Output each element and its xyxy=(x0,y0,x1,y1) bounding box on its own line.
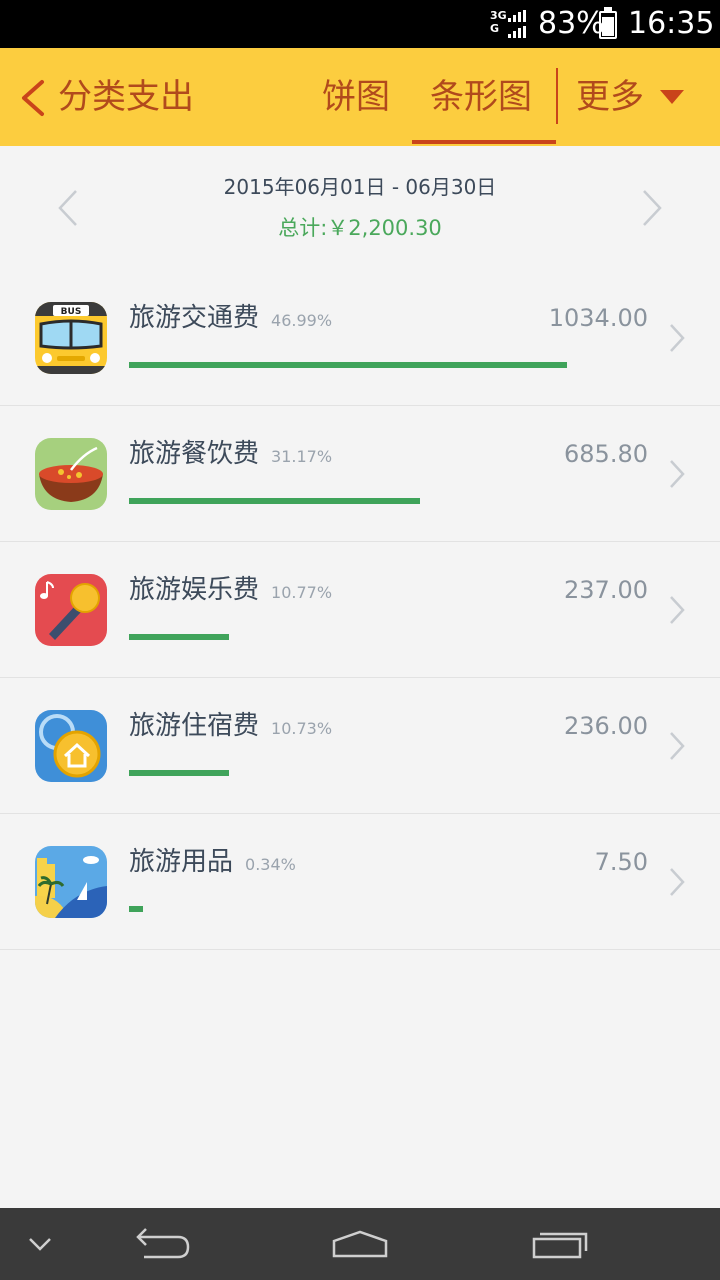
network-indicator: 3G G xyxy=(490,9,507,35)
share-bar-fill xyxy=(129,498,420,504)
chevron-right-icon[interactable] xyxy=(668,322,686,354)
tab-bar-chart[interactable]: 条形图 xyxy=(430,74,532,120)
list-item[interactable]: 旅游餐饮费 31.17% 685.80 xyxy=(0,406,720,542)
share-bar xyxy=(129,362,569,368)
chevron-down-icon xyxy=(29,1238,51,1251)
date-range: 2015年06月01日 - 06月30日 xyxy=(223,175,497,199)
share-bar-fill xyxy=(129,362,567,368)
category-amount: 1034.00 xyxy=(548,304,648,332)
chevron-right-icon[interactable] xyxy=(668,594,686,626)
share-bar-fill xyxy=(129,634,229,640)
active-tab-indicator xyxy=(412,140,556,144)
divider xyxy=(556,68,558,124)
next-period-icon[interactable] xyxy=(640,188,664,228)
share-bar xyxy=(129,770,569,776)
category-amount: 7.50 xyxy=(594,848,648,876)
share-bar xyxy=(129,906,569,912)
share-bar xyxy=(129,634,569,640)
list-item[interactable]: 旅游用品 0.34% 7.50 xyxy=(0,814,720,950)
category-name-wrap: 旅游用品 0.34% xyxy=(129,844,296,883)
network-type-top: 3G xyxy=(490,9,507,22)
category-name-wrap: 旅游交通费 46.99% xyxy=(129,300,332,339)
category-name-wrap: 旅游娱乐费 10.77% xyxy=(129,572,332,611)
category-amount: 237.00 xyxy=(564,576,648,604)
category-name: 旅游餐饮费 xyxy=(129,439,260,469)
hide-nav-button[interactable] xyxy=(20,1208,60,1280)
app-bar: 分类支出 饼图 条形图 更多 xyxy=(0,48,720,146)
list-item[interactable]: 旅游娱乐费 10.77% 237.00 xyxy=(0,542,720,678)
category-amount: 685.80 xyxy=(564,440,648,468)
category-list: BUS 旅游交通费 46.99% 1034.00 旅游餐饮费 31.17% 68… xyxy=(0,270,720,950)
home-button[interactable] xyxy=(324,1208,396,1280)
battery-icon xyxy=(599,7,617,39)
chevron-right-icon[interactable] xyxy=(668,866,686,898)
category-amount: 236.00 xyxy=(564,712,648,740)
category-percent: 0.34% xyxy=(245,855,296,874)
signal-icon xyxy=(508,10,526,38)
share-bar-fill xyxy=(129,770,229,776)
category-name: 旅游交通费 xyxy=(129,303,260,333)
microphone-icon xyxy=(35,574,107,646)
category-name-wrap: 旅游餐饮费 31.17% xyxy=(129,436,332,475)
page-title[interactable]: 分类支出 xyxy=(58,74,194,120)
recent-apps-icon xyxy=(532,1232,588,1259)
back-arrow-icon[interactable] xyxy=(18,78,46,118)
tab-pie-chart[interactable]: 饼图 xyxy=(322,74,390,120)
list-item[interactable]: BUS 旅游交通费 46.99% 1034.00 xyxy=(0,270,720,406)
category-percent: 10.73% xyxy=(271,719,333,738)
share-bar-fill xyxy=(129,906,143,912)
chevron-right-icon[interactable] xyxy=(668,458,686,490)
chevron-right-icon[interactable] xyxy=(668,730,686,762)
clock: 16:35 xyxy=(628,6,715,41)
recent-apps-button[interactable] xyxy=(524,1208,596,1280)
more-menu-button[interactable]: 更多 xyxy=(576,74,644,120)
share-bar xyxy=(129,498,569,504)
house-coin-icon xyxy=(35,710,107,782)
svg-text:BUS: BUS xyxy=(61,307,82,317)
period-summary: 2015年06月01日 - 06月30日 总计:￥2,200.30 xyxy=(0,146,720,266)
category-name-wrap: 旅游住宿费 10.73% xyxy=(129,708,332,747)
category-percent: 46.99% xyxy=(271,311,333,330)
category-name: 旅游用品 xyxy=(129,847,234,877)
category-name: 旅游娱乐费 xyxy=(129,575,260,605)
total-amount: 总计:￥2,200.30 xyxy=(278,216,442,240)
list-item[interactable]: 旅游住宿费 10.73% 236.00 xyxy=(0,678,720,814)
dropdown-arrow-icon[interactable] xyxy=(660,90,684,104)
status-bar: 3G G 83% 16:35 xyxy=(0,0,720,48)
category-percent: 10.77% xyxy=(271,583,333,602)
food-bowl-icon xyxy=(35,438,107,510)
bus-icon: BUS xyxy=(35,302,107,374)
beach-icon xyxy=(35,846,107,918)
network-type-bottom: G xyxy=(490,22,500,35)
back-button[interactable] xyxy=(124,1208,196,1280)
category-percent: 31.17% xyxy=(271,447,333,466)
category-name: 旅游住宿费 xyxy=(129,711,260,741)
back-icon xyxy=(136,1228,190,1259)
battery-percent: 83% xyxy=(538,6,605,41)
home-icon xyxy=(332,1230,388,1258)
system-nav-bar xyxy=(0,1208,720,1280)
